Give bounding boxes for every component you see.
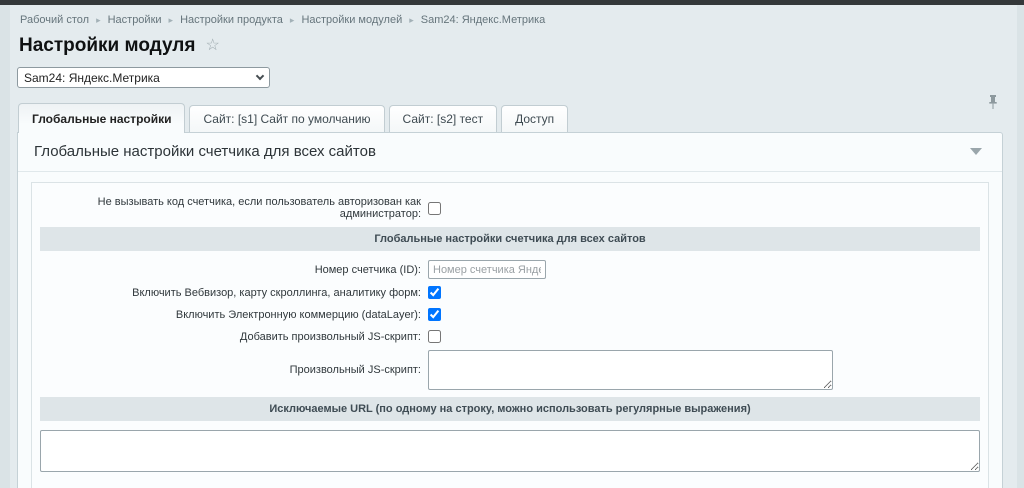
admin-no-counter-label: Не вызывать код счетчика, если пользоват… xyxy=(40,196,428,220)
breadcrumb-item-desktop[interactable]: Рабочий стол xyxy=(20,14,89,26)
breadcrumb: Рабочий стол ▸ Настройки ▸ Настройки про… xyxy=(17,14,1003,26)
section-header-global: Глобальные настройки счетчика для всех с… xyxy=(40,227,980,251)
panel-heading: Глобальные настройки счетчика для всех с… xyxy=(34,143,376,160)
page-content: Рабочий стол ▸ Настройки ▸ Настройки про… xyxy=(10,5,1017,488)
custom-js-enable-checkbox[interactable] xyxy=(428,330,441,343)
breadcrumb-item-settings[interactable]: Настройки xyxy=(108,14,162,26)
breadcrumb-item-product-settings[interactable]: Настройки продукта xyxy=(180,14,283,26)
tab-global-settings[interactable]: Глобальные настройки xyxy=(18,103,185,133)
ecommerce-checkbox[interactable] xyxy=(428,308,441,321)
counter-id-label: Номер счетчика (ID): xyxy=(40,264,428,276)
page-title: Настройки модуля xyxy=(19,35,195,57)
module-select-wrap: Sam24: Яндекс.Метрика xyxy=(17,67,270,88)
form-fieldset: Не вызывать код счетчика, если пользоват… xyxy=(31,182,989,488)
module-select[interactable]: Sam24: Яндекс.Метрика xyxy=(17,67,270,88)
favorite-star-icon[interactable]: ☆ xyxy=(205,38,219,54)
tab-site-s1[interactable]: Сайт: [s1] Сайт по умолчанию xyxy=(189,105,384,132)
tab-site-s2[interactable]: Сайт: [s2] тест xyxy=(389,105,498,132)
breadcrumb-item-current-module[interactable]: Sam24: Яндекс.Метрика xyxy=(421,14,546,26)
custom-js-enable-label: Добавить произвольный JS-скрипт: xyxy=(40,331,428,343)
tab-bar: Глобальные настройки Сайт: [s1] Сайт по … xyxy=(17,103,1003,132)
breadcrumb-item-module-settings[interactable]: Настройки модулей xyxy=(301,14,402,26)
section-header-excluded-urls: Исключаемые URL (по одному на строку, мо… xyxy=(40,397,980,421)
custom-js-textarea[interactable] xyxy=(428,350,833,390)
counter-id-input[interactable] xyxy=(428,260,546,279)
collapse-triangle-icon[interactable] xyxy=(970,148,982,155)
tab-access[interactable]: Доступ xyxy=(501,105,568,132)
breadcrumb-separator-icon: ▸ xyxy=(169,15,174,26)
custom-js-label: Произвольный JS-скрипт: xyxy=(40,364,428,376)
settings-panel: Глобальные настройки счетчика для всех с… xyxy=(17,132,1003,488)
ecommerce-label: Включить Электронную коммерцию (dataLaye… xyxy=(40,309,428,321)
breadcrumb-separator-icon: ▸ xyxy=(409,15,414,26)
admin-no-counter-checkbox[interactable] xyxy=(428,202,441,215)
pin-icon[interactable] xyxy=(987,95,999,110)
breadcrumb-separator-icon: ▸ xyxy=(290,15,295,26)
webvisor-checkbox[interactable] xyxy=(428,286,441,299)
excluded-urls-textarea[interactable] xyxy=(40,430,980,472)
breadcrumb-separator-icon: ▸ xyxy=(96,15,101,26)
webvisor-label: Включить Вебвизор, карту скроллинга, ана… xyxy=(40,287,428,299)
